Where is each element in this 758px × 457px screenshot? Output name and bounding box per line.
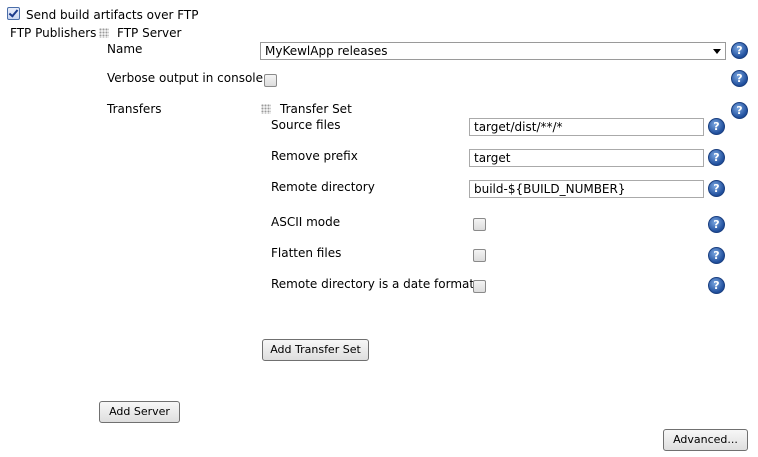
add-server-button[interactable]: Add Server bbox=[99, 401, 180, 423]
verbose-checkbox[interactable] bbox=[264, 74, 277, 87]
chevron-down-icon bbox=[713, 49, 721, 54]
transfers-label: Transfers bbox=[107, 102, 162, 116]
remote-directory-label: Remote directory bbox=[271, 180, 375, 194]
add-transfer-set-button[interactable]: Add Transfer Set bbox=[262, 339, 369, 361]
flatten-files-label: Flatten files bbox=[271, 246, 342, 260]
remote-directory-input[interactable]: build-${BUILD_NUMBER} bbox=[469, 180, 704, 198]
help-icon-verbose[interactable]: ? bbox=[731, 70, 748, 87]
verbose-label: Verbose output in console bbox=[107, 71, 264, 85]
source-files-input[interactable]: target/dist/**/* bbox=[469, 118, 704, 136]
advanced-button[interactable]: Advanced... bbox=[663, 429, 748, 451]
ascii-mode-label: ASCII mode bbox=[271, 215, 341, 229]
ftp-server-label: FTP Server bbox=[117, 26, 182, 40]
help-icon-transfers[interactable]: ? bbox=[731, 102, 748, 119]
help-icon-ascii[interactable]: ? bbox=[708, 216, 725, 233]
help-icon-dateformat[interactable]: ? bbox=[708, 277, 725, 294]
help-icon-name[interactable]: ? bbox=[731, 42, 748, 59]
server-name-value: MyKewlApp releases bbox=[265, 44, 388, 58]
remove-prefix-label: Remove prefix bbox=[271, 149, 358, 163]
drag-handle-icon[interactable] bbox=[261, 104, 271, 114]
drag-handle-icon[interactable] bbox=[99, 28, 109, 38]
send-artifacts-label: Send build artifacts over FTP bbox=[26, 8, 199, 22]
help-icon-prefix[interactable]: ? bbox=[708, 149, 725, 166]
transfer-set-title: Transfer Set bbox=[280, 102, 352, 116]
remove-prefix-input[interactable]: target bbox=[469, 149, 704, 167]
ascii-mode-checkbox[interactable] bbox=[473, 218, 486, 231]
flatten-files-checkbox[interactable] bbox=[473, 249, 486, 262]
ftp-publishers-label: FTP Publishers bbox=[10, 26, 97, 40]
help-icon-flatten[interactable]: ? bbox=[708, 247, 725, 264]
help-icon-source[interactable]: ? bbox=[708, 118, 725, 135]
date-format-label: Remote directory is a date format bbox=[271, 277, 475, 291]
send-artifacts-checkbox[interactable] bbox=[7, 7, 20, 20]
help-icon-remote[interactable]: ? bbox=[708, 180, 725, 197]
source-files-label: Source files bbox=[271, 118, 341, 132]
date-format-checkbox[interactable] bbox=[473, 280, 486, 293]
name-label: Name bbox=[107, 42, 143, 56]
server-name-select[interactable]: MyKewlApp releases bbox=[260, 42, 726, 60]
